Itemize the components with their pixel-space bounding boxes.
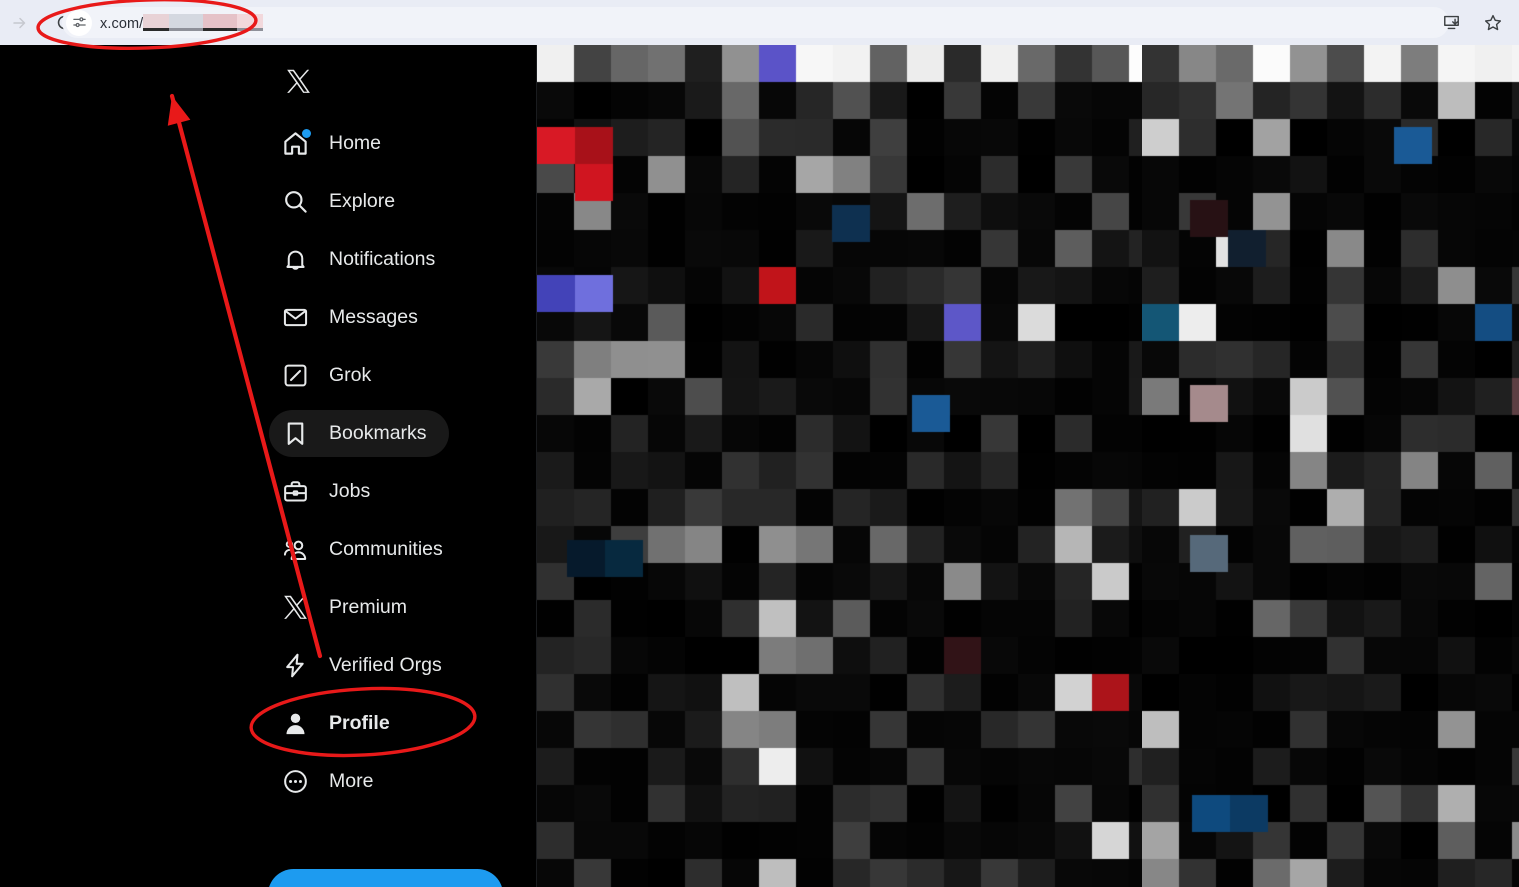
sidebar-item-explore[interactable]: Explore [269, 178, 417, 225]
x-logo-icon [286, 69, 310, 93]
sidebar-item-label: Bookmarks [329, 422, 427, 444]
sidebar-item-jobs[interactable]: Jobs [269, 468, 392, 515]
sidebar-item-bookmarks[interactable]: Bookmarks [269, 410, 449, 457]
url-redaction-block-4 [237, 13, 264, 31]
tune-icon [72, 17, 86, 28]
bookmark-icon [281, 420, 309, 448]
more-circle-icon [281, 768, 309, 796]
briefcase-icon [281, 478, 309, 506]
url-prefix: x.com/ [100, 15, 144, 32]
sidebar-item-grok[interactable]: Grok [269, 352, 393, 399]
sidebar-item-label: Verified Orgs [329, 654, 442, 676]
url-redacted-blocks [143, 13, 264, 31]
post-button[interactable]: Post [268, 869, 503, 887]
sidebar-item-label: Communities [329, 538, 443, 560]
sidebar-item-premium[interactable]: Premium [269, 584, 429, 631]
sidebar-item-label: Premium [329, 596, 408, 618]
sidebar-item-more[interactable]: More [269, 758, 395, 805]
sidebar-item-label: Grok [329, 364, 372, 386]
site-settings-button[interactable] [66, 9, 92, 36]
sidebar-item-home[interactable]: Home [269, 120, 403, 167]
primary-navigation-sidebar: Home Explore Notifications Messages Grok Book… [0, 45, 537, 887]
sidebar-item-communities[interactable]: Communities [269, 526, 465, 573]
sidebar-item-profile[interactable]: Profile [269, 700, 412, 747]
home-icon [281, 128, 311, 158]
browser-chrome: x.com/ [0, 0, 1519, 45]
x-web-app: Home Explore Notifications Messages Grok Book… [0, 45, 1519, 887]
back-button[interactable] [2, 5, 38, 41]
sidebar-item-verified-orgs[interactable]: Verified Orgs [269, 642, 464, 689]
bookmark-star-button[interactable] [1475, 5, 1511, 41]
url-redaction-block-1 [143, 13, 170, 31]
screenshot-root: x.com/ Home Explore Notifications Messag… [0, 0, 1519, 887]
bell-icon [281, 246, 309, 274]
sidebar-item-messages[interactable]: Messages [269, 294, 440, 341]
envelope-icon [281, 304, 309, 332]
sidebar-item-label: Home [329, 132, 382, 154]
bookmark-star-icon [1484, 14, 1502, 30]
right-sidebar-pixelated[interactable] [1142, 45, 1519, 887]
address-bar[interactable]: x.com/ [62, 7, 1449, 38]
person-icon [281, 710, 309, 738]
url-text: x.com/ [100, 13, 264, 32]
browser-toolbar-actions [1433, 0, 1511, 45]
install-app-icon [1443, 15, 1459, 30]
lightning-icon [281, 652, 309, 680]
sidebar-item-label: Notifications [329, 248, 436, 270]
url-redaction-block-2 [169, 13, 204, 31]
back-arrow-icon [13, 17, 26, 28]
communities-icon [281, 536, 309, 564]
sidebar-item-notifications[interactable]: Notifications [269, 236, 457, 283]
url-redaction-block-3 [203, 13, 238, 31]
sidebar-item-label: Jobs [329, 480, 371, 502]
install-app-button[interactable] [1433, 5, 1469, 41]
main-timeline-pixelated[interactable] [537, 45, 1142, 887]
sidebar-item-label: Profile [329, 712, 390, 734]
search-icon [281, 188, 309, 216]
grok-icon [281, 362, 309, 390]
sidebar-item-label: More [329, 770, 374, 792]
x-premium-icon [281, 594, 309, 622]
x-logo-button[interactable] [272, 55, 324, 107]
sidebar-item-label: Explore [329, 190, 396, 212]
unread-badge-dot [302, 128, 311, 138]
sidebar-nav-list: Home Explore Notifications Messages Grok Book… [269, 120, 519, 816]
sidebar-item-label: Messages [329, 306, 418, 328]
